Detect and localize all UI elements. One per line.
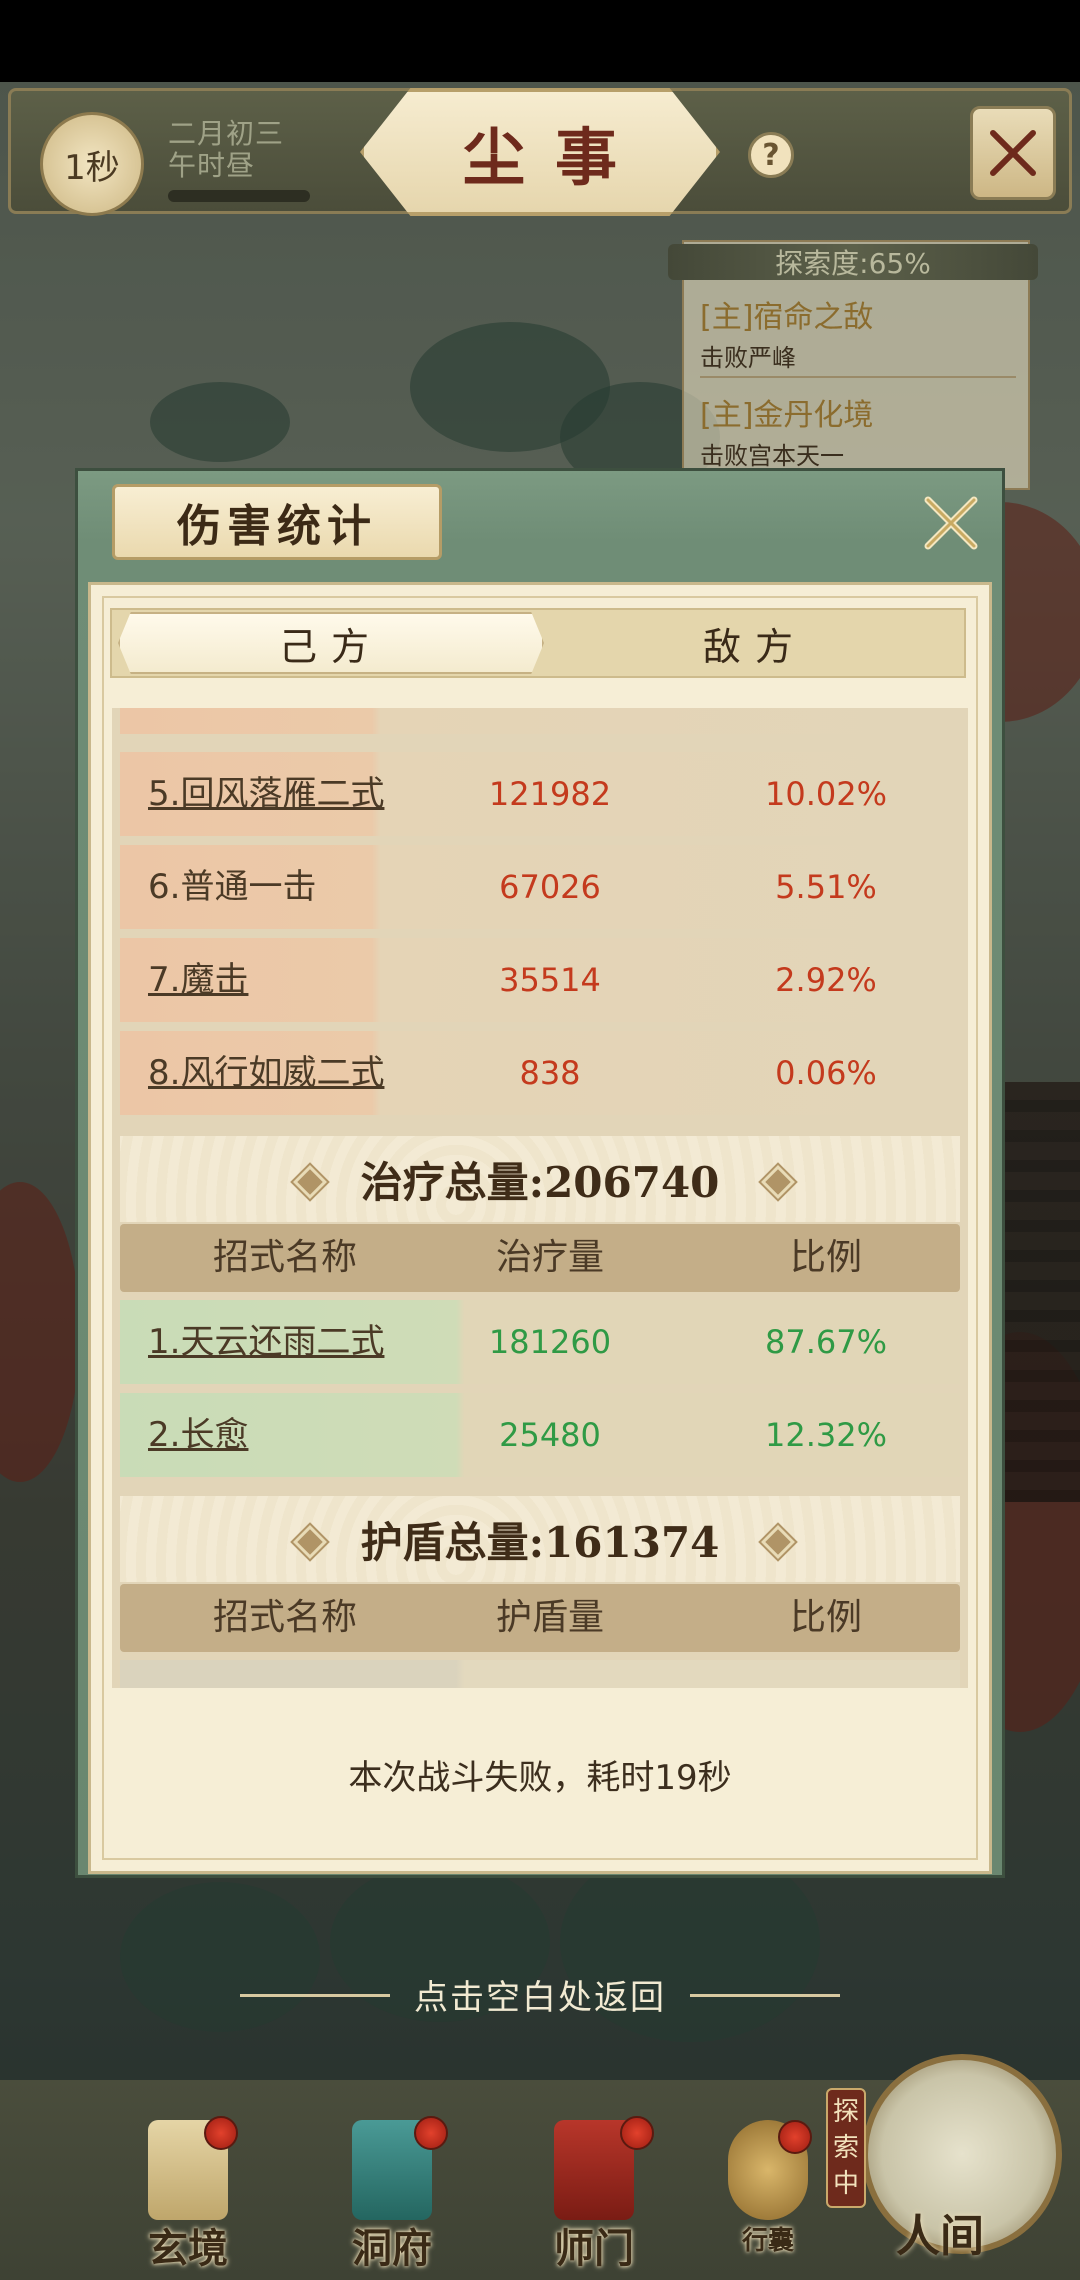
table-row[interactable]	[120, 708, 960, 734]
heal-total-label: 治疗总量:206740	[360, 1157, 720, 1207]
heal-table-header: 招式名称 治疗量 比例	[120, 1224, 960, 1292]
quest-subtitle: 击败宫本天一	[700, 442, 844, 470]
damage-percent: 2.92%	[775, 961, 877, 999]
header-skill-name: 招式名称	[212, 1597, 357, 1638]
header-skill-name: 招式名称	[212, 1237, 357, 1278]
notification-dot	[414, 2116, 448, 2150]
damage-value: 67026	[499, 868, 601, 906]
skill-name[interactable]: 1.天云还雨二式	[148, 1300, 384, 1384]
header-heal-amount: 治疗量	[495, 1237, 604, 1278]
nav-label: 洞府	[352, 2225, 432, 2272]
exit-button[interactable]	[970, 106, 1056, 200]
crossed-swords-icon	[990, 130, 1036, 176]
damage-percent: 10.02%	[764, 775, 887, 813]
diamond-ornament-icon	[761, 1165, 795, 1199]
skill-name[interactable]: 8.风行如威二式	[148, 1031, 384, 1115]
notification-dot	[620, 2116, 654, 2150]
world-label: 人间	[896, 2211, 984, 2262]
heal-total-banner: 治疗总量:206740	[120, 1136, 960, 1222]
quest-subtitle: 击败严峰	[700, 344, 796, 372]
skill-name[interactable]: 5.回风落雁二式	[148, 752, 384, 836]
tab-own-side[interactable]: 己方	[118, 612, 544, 674]
exploring-tag: 探索中	[826, 2088, 866, 2208]
quest-title[interactable]: [主]金丹化境	[700, 390, 873, 434]
damage-value: 35514	[499, 961, 601, 999]
shield-total-label: 护盾总量:161374	[360, 1517, 720, 1567]
damage-value: 121982	[488, 775, 612, 813]
close-x-icon	[924, 496, 978, 550]
return-ornament-right	[690, 1994, 840, 1997]
diamond-ornament-icon	[761, 1525, 795, 1559]
nav-item-xuanjing[interactable]: 玄境	[128, 2116, 248, 2272]
table-row[interactable]: 1.天云还雨二式 181260 87.67%	[120, 1300, 960, 1384]
modal-close-button[interactable]	[918, 490, 984, 556]
header-ratio: 比例	[789, 1597, 862, 1638]
time-progress-bar	[168, 190, 310, 202]
skill-name: 6.普通一击	[148, 867, 317, 907]
notification-dot	[204, 2116, 238, 2150]
heal-value: 181260	[488, 1323, 612, 1361]
heal-percent: 12.32%	[764, 1416, 887, 1454]
quest-divider	[700, 376, 1016, 378]
time-of-day-label: 午时昼	[168, 149, 256, 182]
table-row[interactable]: 5.回风落雁二式 121982 10.02%	[120, 752, 960, 836]
table-row[interactable]: 6.普通一击 67026 5.51%	[120, 845, 960, 929]
page-title: 尘事	[462, 121, 647, 194]
nav-label: 师门	[554, 2225, 634, 2272]
diamond-ornament-icon	[293, 1165, 327, 1199]
battle-result-text: 本次战斗失败，耗时19秒	[348, 1758, 732, 1798]
skill-name[interactable]: 7.魔击	[148, 938, 248, 1022]
header-shield-amount: 护盾量	[495, 1597, 604, 1638]
page-title-plaque: 尘事	[360, 88, 720, 216]
exploration-progress[interactable]: 探索度:65%	[668, 244, 1038, 280]
heal-value: 25480	[499, 1416, 601, 1454]
tab-enemy-side[interactable]: 敌方	[548, 612, 962, 674]
shield-table-header: 招式名称 护盾量 比例	[120, 1584, 960, 1652]
damage-value: 838	[519, 1054, 581, 1092]
question-icon: ?	[762, 137, 780, 173]
nav-item-shimen[interactable]: 师门	[534, 2116, 654, 2272]
table-row[interactable]	[120, 1660, 960, 1688]
notification-dot	[778, 2120, 812, 2154]
heal-percent: 87.67%	[764, 1323, 887, 1361]
diamond-ornament-icon	[293, 1525, 327, 1559]
modal-title: 伤害统计	[112, 484, 442, 560]
help-button[interactable]: ?	[748, 132, 794, 178]
skill-name[interactable]: 2.长愈	[148, 1393, 248, 1477]
nav-label: 行囊	[741, 2226, 794, 2256]
quest-title[interactable]: [主]宿命之敌	[700, 292, 873, 336]
stats-scroll-area[interactable]: 5.回风落雁二式 121982 10.02% 6.普通一击 67026 5.51…	[112, 708, 968, 1688]
table-row[interactable]: 7.魔击 35514 2.92%	[120, 938, 960, 1022]
damage-percent: 5.51%	[775, 868, 877, 906]
tap-to-return-hint[interactable]: 点击空白处返回	[0, 1970, 1080, 2019]
time-badge[interactable]: 1秒	[40, 112, 144, 216]
nav-item-dongfu[interactable]: 洞府	[332, 2116, 452, 2272]
header-ratio: 比例	[789, 1237, 862, 1278]
table-row[interactable]: 8.风行如威二式 838 0.06%	[120, 1031, 960, 1115]
shield-total-banner: 护盾总量:161374	[120, 1496, 960, 1582]
table-row[interactable]: 2.长愈 25480 12.32%	[120, 1393, 960, 1477]
damage-percent: 0.06%	[775, 1054, 877, 1092]
nav-item-xingnang[interactable]: 行囊	[708, 2120, 828, 2270]
nav-label: 玄境	[148, 2225, 228, 2272]
